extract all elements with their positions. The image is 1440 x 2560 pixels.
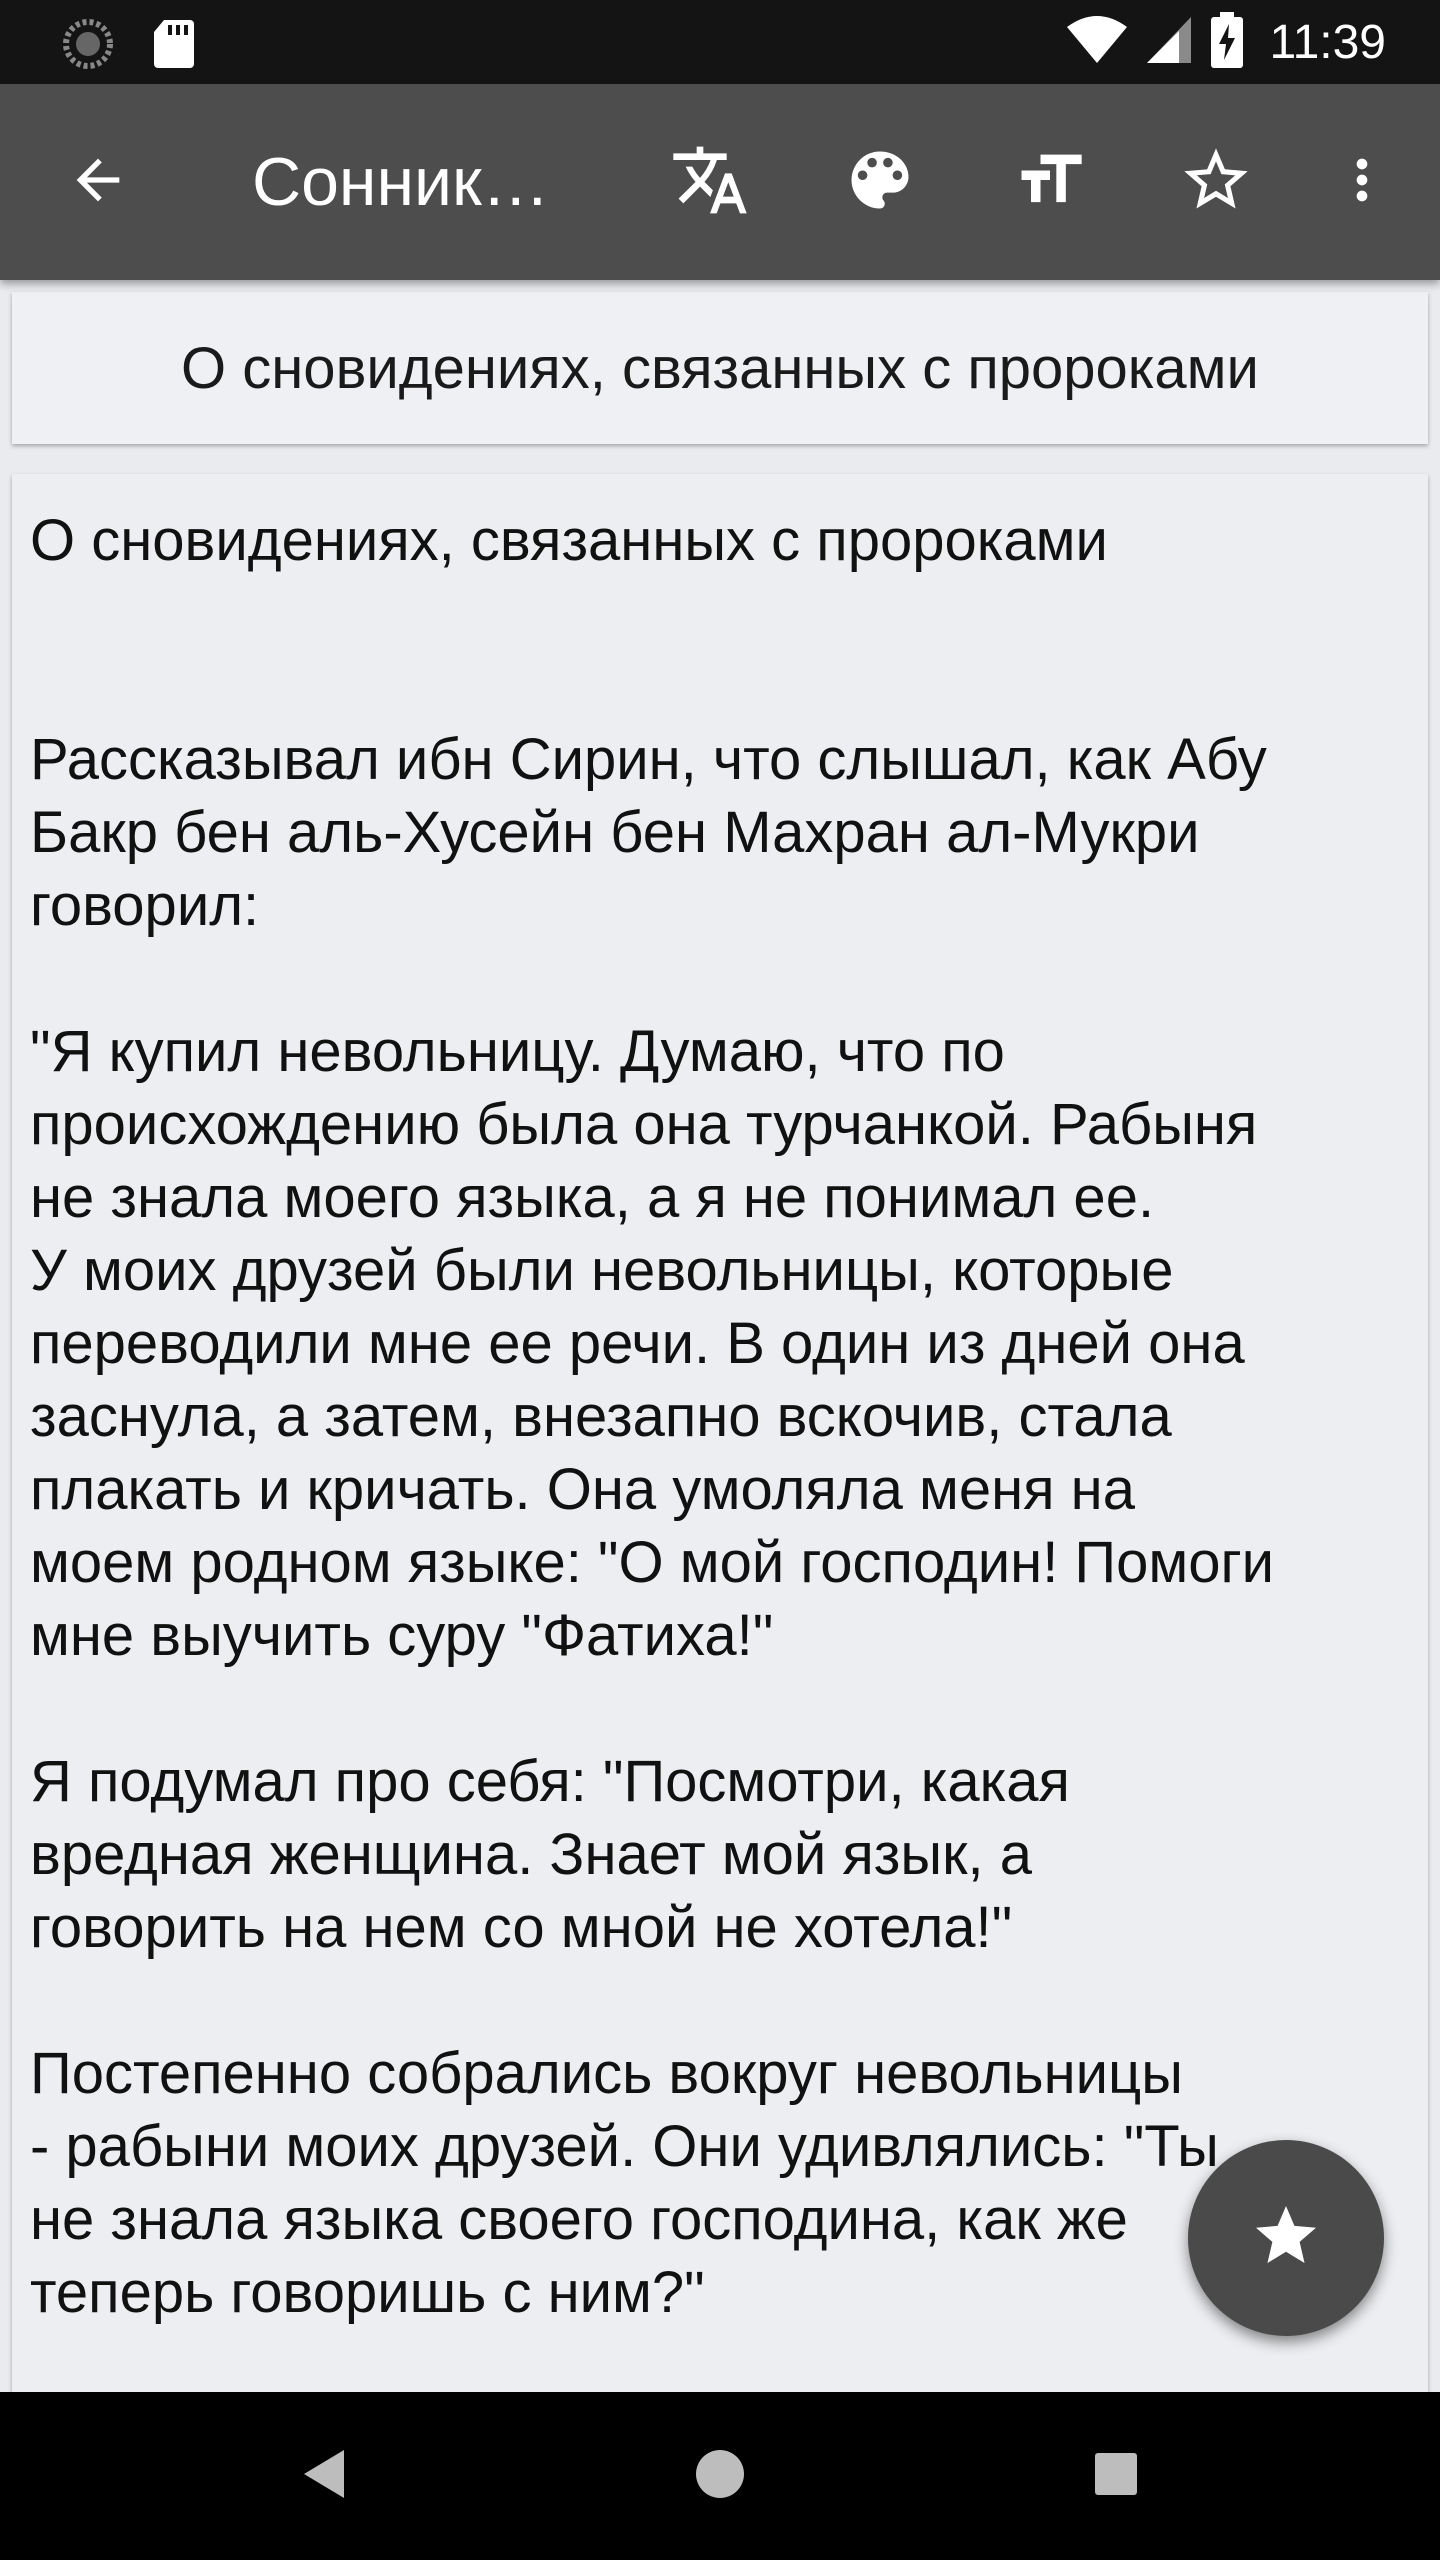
navigation-bar (0, 2392, 1440, 2560)
translate-icon (670, 140, 750, 225)
content-card[interactable]: О сновидениях, связанных с пророками Рас… (12, 474, 1428, 2394)
star-outline-icon (1178, 142, 1254, 223)
palette-icon (842, 142, 918, 223)
text-size-button[interactable] (1002, 134, 1098, 230)
wifi-icon (1067, 15, 1128, 70)
circle-home-icon (694, 2448, 746, 2505)
back-button[interactable] (50, 134, 146, 230)
sync-icon (62, 18, 114, 75)
arrow-back-icon (66, 148, 130, 217)
favorite-fab[interactable] (1188, 2140, 1384, 2336)
app-title: Сонник… (252, 144, 550, 220)
sd-card-icon (154, 20, 194, 73)
article-paragraph: "Я купил невольницу. Думаю, что по проис… (30, 1019, 1275, 1668)
article-paragraph: Я подумал про себя: "Посмотри, какая вре… (30, 1749, 1070, 1960)
favorite-button[interactable] (1168, 134, 1264, 230)
more-vert-icon (1330, 148, 1394, 217)
nav-home-button[interactable] (678, 2434, 762, 2518)
status-bar: 11:39 (0, 0, 1440, 84)
text-size-icon (1012, 142, 1088, 223)
star-icon (1250, 2200, 1322, 2277)
article-paragraph: Рассказывал ибн Сирин, что слышал, как А… (30, 727, 1267, 938)
square-recents-icon (1093, 2451, 1139, 2502)
battery-charging-icon (1211, 11, 1244, 73)
cell-signal-icon (1145, 15, 1193, 70)
nav-back-button[interactable] (282, 2434, 366, 2518)
triangle-back-icon (300, 2448, 348, 2505)
article-text: О сновидениях, связанных с пророками Рас… (30, 504, 1428, 2329)
status-right-icons: 11:39 (1067, 10, 1386, 74)
nav-recents-button[interactable] (1074, 2434, 1158, 2518)
app-bar: Сонник… (0, 84, 1440, 280)
article-heading: О сновидениях, связанных с пророками (30, 508, 1108, 573)
more-options-button[interactable] (1314, 134, 1410, 230)
status-left-icons (62, 18, 194, 75)
status-time: 11:39 (1269, 15, 1386, 69)
chapter-header: О сновидениях, связанных с пророками (12, 292, 1428, 444)
translate-button[interactable] (662, 134, 758, 230)
theme-button[interactable] (832, 134, 928, 230)
